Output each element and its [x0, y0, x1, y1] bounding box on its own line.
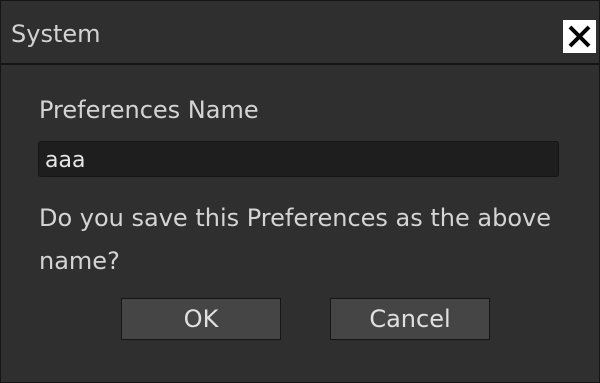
ok-button[interactable]: OK [121, 298, 281, 340]
preferences-name-label: Preferences Name [39, 96, 259, 124]
dialog-titlebar: System [1, 1, 599, 65]
confirmation-message: Do you save this Preferences as the abov… [39, 204, 551, 275]
close-icon [568, 25, 591, 48]
close-button[interactable] [563, 20, 596, 53]
cancel-button[interactable]: Cancel [330, 298, 490, 340]
preferences-name-input[interactable] [38, 141, 559, 177]
system-dialog: System Preferences Name Do you save this… [0, 0, 600, 383]
dialog-title: System [11, 20, 101, 48]
